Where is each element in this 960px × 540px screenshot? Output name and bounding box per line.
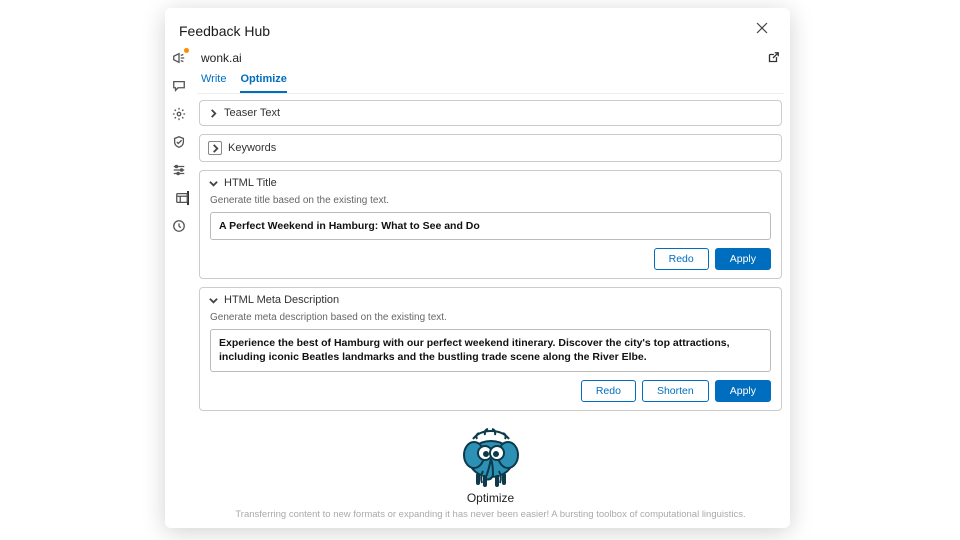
feedback-hub-modal: Feedback Hub bbox=[165, 8, 790, 528]
panel-keywords-title: Keywords bbox=[228, 142, 276, 154]
mascot-icon bbox=[455, 425, 527, 487]
meta-description-apply-button[interactable]: Apply bbox=[715, 380, 771, 402]
chevron-down-icon bbox=[208, 178, 218, 188]
html-title-caption: Generate title based on the existing tex… bbox=[210, 195, 771, 206]
main-pane: wonk.ai Write Optimize Teaser Text bbox=[193, 47, 790, 528]
footer-tagline: Transferring content to new formats or e… bbox=[215, 509, 765, 520]
close-button[interactable] bbox=[748, 18, 776, 43]
panel-teaser-toggle[interactable]: Teaser Text bbox=[200, 101, 781, 125]
panel-keywords-toggle[interactable]: Keywords bbox=[200, 135, 781, 161]
history-icon[interactable] bbox=[172, 219, 186, 233]
modal-title: Feedback Hub bbox=[179, 23, 270, 39]
content-scroll[interactable]: Teaser Text Keywords HTML Title Ge bbox=[197, 94, 784, 528]
panel-icon[interactable] bbox=[175, 191, 189, 205]
modal-header: Feedback Hub bbox=[165, 8, 790, 47]
footer-label: Optimize bbox=[467, 491, 514, 505]
panel-keywords: Keywords bbox=[199, 134, 782, 162]
panel-html-title-title: HTML Title bbox=[224, 177, 277, 189]
html-title-input[interactable]: A Perfect Weekend in Hamburg: What to Se… bbox=[210, 212, 771, 240]
panel-meta-description: HTML Meta Description Generate meta desc… bbox=[199, 287, 782, 410]
tab-optimize[interactable]: Optimize bbox=[240, 73, 286, 93]
html-title-apply-button[interactable]: Apply bbox=[715, 248, 771, 270]
html-title-redo-button[interactable]: Redo bbox=[654, 248, 709, 270]
chevron-right-icon bbox=[208, 141, 222, 155]
tabs: Write Optimize bbox=[197, 67, 784, 94]
footer-illustration: Optimize Transferring content to new for… bbox=[199, 419, 782, 520]
brand-label: wonk.ai bbox=[201, 51, 242, 65]
chevron-down-icon bbox=[208, 295, 218, 305]
panel-html-title: HTML Title Generate title based on the e… bbox=[199, 170, 782, 279]
notification-dot bbox=[184, 48, 189, 53]
open-external-icon[interactable] bbox=[766, 51, 780, 65]
meta-description-redo-button[interactable]: Redo bbox=[581, 380, 636, 402]
panel-html-title-toggle[interactable]: HTML Title bbox=[200, 171, 781, 195]
settings-icon[interactable] bbox=[172, 107, 186, 121]
sidebar bbox=[165, 47, 193, 528]
panel-meta-description-title: HTML Meta Description bbox=[224, 294, 339, 306]
announcement-icon[interactable] bbox=[172, 51, 186, 65]
meta-description-caption: Generate meta description based on the e… bbox=[210, 312, 771, 323]
chat-icon[interactable] bbox=[172, 79, 186, 93]
panel-meta-description-toggle[interactable]: HTML Meta Description bbox=[200, 288, 781, 312]
check-shield-icon[interactable] bbox=[172, 135, 186, 149]
chevron-right-icon bbox=[208, 108, 218, 118]
meta-description-input[interactable]: Experience the best of Hamburg with our … bbox=[210, 329, 771, 371]
sliders-icon[interactable] bbox=[172, 163, 186, 177]
panel-teaser: Teaser Text bbox=[199, 100, 782, 126]
meta-description-shorten-button[interactable]: Shorten bbox=[642, 380, 709, 402]
tab-write[interactable]: Write bbox=[201, 73, 226, 93]
panel-teaser-title: Teaser Text bbox=[224, 107, 280, 119]
